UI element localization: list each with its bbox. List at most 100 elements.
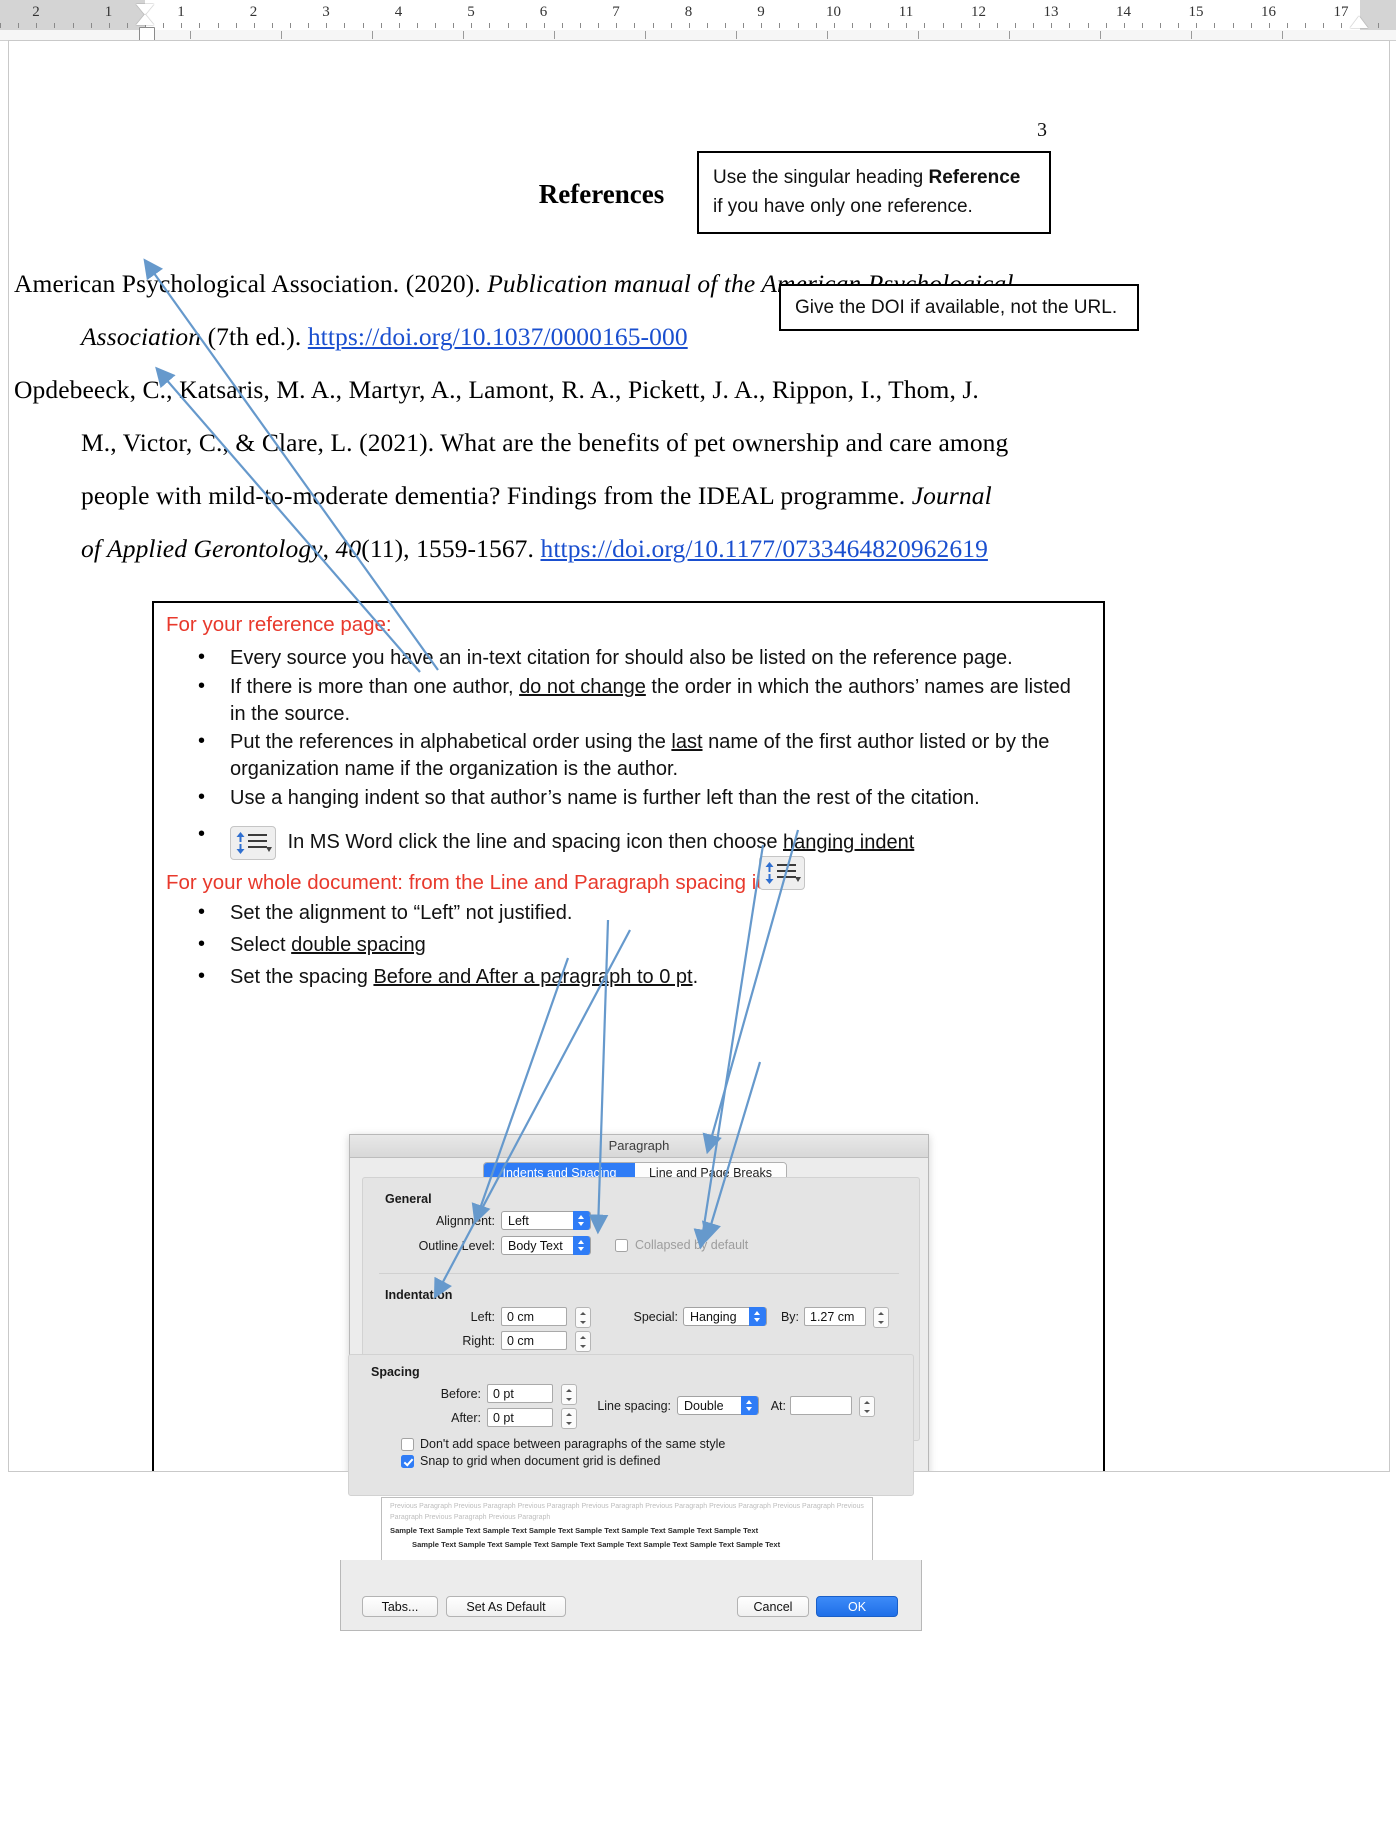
ruler-tick [798,23,799,28]
ruler-tick [417,23,418,28]
ruler-tick [36,23,37,28]
ruler-tick [1233,23,1234,28]
dont-add-space-checkbox[interactable] [401,1438,414,1451]
doi-link-2[interactable]: https://doi.org/10.1177/0733464820962619 [540,534,987,563]
list-item: Set the alignment to “Left” not justifie… [188,899,1088,927]
spacing-lines-icon [248,833,267,852]
ref-text: Opdebeeck, C., Katsaris, M. A., Martyr, … [14,375,979,404]
spacing-after-input[interactable]: 0 pt [487,1408,553,1427]
ref-text: (7th ed.). [201,322,308,351]
tabs-button[interactable]: Tabs... [362,1596,438,1617]
right-indent-marker[interactable] [1350,16,1368,28]
at-stepper[interactable] [859,1396,875,1417]
ruler-tick [489,23,490,28]
up-down-arrows-icon [765,862,774,884]
tab-stop[interactable] [645,31,646,39]
ruler-number: 2 [32,4,40,20]
reference-2-line-2: M., Victor, C., & Clare, L. (2021). What… [81,428,1008,458]
callout-text-bold: Reference [928,167,1021,188]
bullet-text: Select [230,933,292,956]
tab-stop[interactable] [372,31,373,39]
ruler-tick [979,23,980,28]
list-item: Select double spacing [188,931,1088,959]
ruler-tick [997,23,998,28]
ruler-number: 1 [104,4,113,20]
up-down-arrows-icon [236,831,245,854]
ruler-tick [326,23,327,28]
doi-link-1[interactable]: https://doi.org/10.1037/0000165-000 [308,322,688,351]
ref-text: M., Victor, C., & Clare, L. (2021). What… [81,428,1009,457]
preview-previous-text: Previous Paragraph Previous Paragraph Pr… [390,1503,864,1521]
tab-stop[interactable] [1191,31,1192,39]
ruler-number: 12 [971,4,986,20]
alignment-value: Left [508,1214,529,1228]
spacing-after-stepper[interactable] [561,1408,577,1429]
line-spacing-value: Double [684,1399,724,1413]
cancel-button[interactable]: Cancel [737,1596,809,1617]
horizontal-ruler[interactable]: 211234567891011121314151617181 [0,0,1396,41]
ruler-tick [816,23,817,28]
ruler-number: 3 [322,4,330,20]
bullet-text-underline: last [671,731,703,754]
reference-2-line-1: Opdebeeck, C., Katsaris, M. A., Martyr, … [14,375,979,405]
snap-to-grid-label: Snap to grid when document grid is defin… [420,1454,661,1468]
ruler-tick [1305,23,1306,28]
ruler-tick [1196,23,1197,28]
ruler-tick [363,23,364,28]
ruler-tick [471,23,472,28]
ruler-tick [616,23,617,28]
hanging-indent-marker[interactable] [136,14,154,25]
reference-1-line-2: Association (7th ed.). https://doi.org/1… [81,322,688,352]
ruler-tick [1015,23,1016,28]
ruler-number: 11 [898,4,914,20]
at-input[interactable] [790,1396,852,1415]
spacing-before-input[interactable]: 0 pt [487,1384,553,1403]
tab-stop[interactable] [827,31,828,39]
ruler-tick [254,23,255,28]
ruler-tick [707,23,708,28]
line-and-paragraph-spacing-icon[interactable] [230,825,276,860]
ruler-tick [308,23,309,28]
ruler-tick [1214,23,1215,28]
tab-stop[interactable] [190,31,191,39]
tab-stop[interactable] [918,31,919,39]
tab-stop-marks[interactable] [0,31,1396,40]
ok-button[interactable]: OK [816,1596,898,1617]
spacing-after-label: After: [451,1411,481,1425]
line-and-paragraph-spacing-icon[interactable] [759,856,805,890]
tab-stop[interactable] [463,31,464,39]
tab-stop[interactable] [1100,31,1101,39]
ruler-tick [834,23,835,28]
spacing-before-stepper[interactable] [561,1384,577,1405]
bullet-text-underline: double spacing [291,933,426,956]
dialog-footer: Tabs... Set As Default Cancel OK [340,1560,922,1631]
tab-stop[interactable] [736,31,737,39]
page-number: 3 [1037,119,1047,141]
chevron-updown-icon [741,1396,758,1415]
line-spacing-label: Line spacing: [597,1399,671,1413]
ruler-tick [1088,23,1089,28]
ruler-number: 14 [1116,4,1131,20]
tab-stop[interactable] [1282,31,1283,39]
snap-to-grid-checkbox[interactable] [401,1455,414,1468]
ruler-tick [924,23,925,28]
tab-stop[interactable] [281,31,282,39]
ref-text: people with mild-to-moderate dementia? F… [81,481,912,510]
callout-doi-note: Give the DOI if available, not the URL. [779,284,1139,332]
tab-stop[interactable] [1009,31,1010,39]
reference-2-line-4: of Applied Gerontology, 40(11), 1559-156… [81,534,988,564]
bullet-text: Set the spacing [230,965,374,988]
instructions-section-2-heading: For your whole document: from the Line a… [166,871,790,894]
spacing-lines-icon [777,864,796,882]
document-page[interactable]: 3 References Use the singular heading Re… [8,40,1390,1472]
alignment-select[interactable]: Left [501,1211,591,1230]
ruler-tick [653,23,654,28]
ruler-tick [870,23,871,28]
ref-text: American Psychological Association. (202… [14,269,488,298]
set-as-default-button[interactable]: Set As Default [446,1596,566,1617]
ruler-tick [544,23,545,28]
ruler-tick [1378,23,1379,28]
line-spacing-select[interactable]: Double [677,1396,759,1415]
ruler-ticks: 211234567891011121314151617181 [0,0,1396,30]
tab-stop[interactable] [554,31,555,39]
